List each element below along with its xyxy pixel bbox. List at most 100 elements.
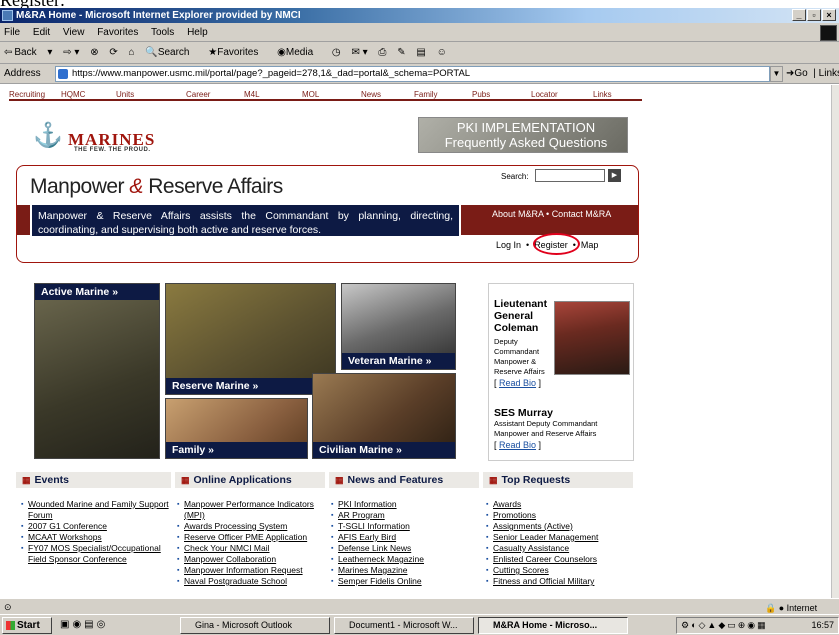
search-input[interactable] — [535, 169, 605, 182]
pki-faq-banner[interactable]: PKI IMPLEMENTATION Frequently Asked Ques… — [418, 117, 628, 153]
back-button[interactable]: ⇦ Back ▾ — [4, 47, 52, 58]
nav-link[interactable]: M4L — [244, 89, 260, 100]
about-link[interactable]: About M&RA — [492, 209, 544, 219]
news-list: PKI InformationAR ProgramT-SGLI Informat… — [331, 499, 481, 587]
address-input[interactable]: https://www.manpower.usmc.mil/portal/pag… — [55, 66, 770, 82]
list-item[interactable]: 2007 G1 Conference — [21, 521, 173, 532]
list-item[interactable]: PKI Information — [331, 499, 481, 510]
home-icon[interactable]: ⌂ — [129, 47, 135, 58]
list-item[interactable]: Assignments (Active) — [486, 521, 636, 532]
links-button[interactable]: Links — [819, 68, 839, 79]
favorites-button[interactable]: ★Favorites — [208, 47, 266, 58]
search-go-icon[interactable]: ▶ — [608, 169, 621, 182]
marines-logo-tagline: THE FEW. THE PROUD. — [74, 147, 151, 153]
online-apps-header: ▦ Online Applications — [175, 472, 325, 488]
grid-bullet-icon: ▦ — [181, 475, 190, 485]
nav-link[interactable]: Locator — [531, 89, 558, 100]
list-item[interactable]: Casualty Assistance — [486, 543, 636, 554]
list-item[interactable]: Awards Processing System — [177, 521, 327, 532]
menu-edit[interactable]: Edit — [33, 27, 50, 38]
list-item[interactable]: Enlisted Career Counselors — [486, 554, 636, 565]
tray-icons[interactable]: ⚙◐◇▲◆▭⊕◉▦ — [681, 618, 768, 633]
window-title-bar: M&RA Home - Microsoft Internet Explorer … — [0, 8, 839, 23]
list-item[interactable]: FY07 MOS Specialist/Occupational Field S… — [21, 543, 173, 565]
list-item[interactable]: Manpower Information Request — [177, 565, 327, 576]
map-link[interactable]: Map — [581, 240, 599, 250]
quick-launch-icons[interactable]: ▣◉▤◎ — [60, 619, 108, 630]
menu-favorites[interactable]: Favorites — [97, 27, 138, 38]
vertical-scrollbar[interactable] — [831, 85, 839, 598]
edit-icon[interactable]: ✎ — [397, 47, 405, 58]
go-button[interactable]: ➜Go | Links — [786, 64, 839, 84]
nav-link[interactable]: Pubs — [472, 89, 490, 100]
list-item[interactable]: Fitness and Official Military — [486, 576, 636, 587]
nav-link[interactable]: Recruiting — [9, 89, 45, 100]
list-item[interactable]: MCAAT Workshops — [21, 532, 173, 543]
read-bio-link[interactable]: [ Read Bio ] — [494, 440, 541, 450]
list-item[interactable]: Marines Magazine — [331, 565, 481, 576]
list-item[interactable]: Defense Link News — [331, 543, 481, 554]
task-ie[interactable]: M&RA Home - Microso... — [478, 617, 628, 634]
mail-icon[interactable]: ✉ ▾ — [351, 47, 367, 58]
print-icon[interactable]: ⎙ — [378, 47, 386, 58]
nav-link[interactable]: News — [361, 89, 381, 100]
messenger-icon[interactable]: ☺ — [437, 47, 447, 58]
register-highlight-circle — [533, 233, 580, 255]
list-item[interactable]: Manpower Collaboration — [177, 554, 327, 565]
login-link[interactable]: Log In — [496, 240, 521, 250]
windows-flag-icon — [6, 621, 15, 630]
discuss-icon[interactable]: ▤ — [416, 47, 425, 58]
minimize-button[interactable]: _ — [792, 9, 806, 21]
nav-link[interactable]: Family — [414, 89, 438, 100]
stop-icon[interactable]: ⊗ — [90, 47, 98, 58]
menu-view[interactable]: View — [63, 27, 85, 38]
search-button[interactable]: 🔍Search — [145, 47, 197, 58]
marine-emblem-icon[interactable]: ⚓ — [29, 120, 67, 152]
contact-link[interactable]: Contact M&RA — [552, 209, 612, 219]
clock[interactable]: 16:57 — [811, 618, 834, 633]
start-button[interactable]: Start — [2, 617, 52, 634]
civilian-marine-photo[interactable]: Civilian Marine » — [312, 373, 456, 459]
nav-link[interactable]: Links — [593, 89, 612, 100]
nav-link[interactable]: MOL — [302, 89, 319, 100]
ie-window-icon[interactable] — [2, 10, 13, 21]
forward-button[interactable]: ⇨ ▾ — [63, 47, 79, 58]
read-bio-link[interactable]: [ Read Bio ] — [494, 378, 541, 388]
list-item[interactable]: Promotions — [486, 510, 636, 521]
list-item[interactable]: AFIS Early Bird — [331, 532, 481, 543]
list-item[interactable]: Manpower Performance Indicators (MPI) — [177, 499, 327, 521]
list-item[interactable]: Naval Postgraduate School — [177, 576, 327, 587]
nav-link[interactable]: HQMC — [61, 89, 85, 100]
list-item[interactable]: Wounded Marine and Family Support Forum — [21, 499, 173, 521]
nav-link[interactable]: Units — [116, 89, 134, 100]
menu-help[interactable]: Help — [187, 27, 208, 38]
list-item[interactable]: Cutting Scores — [486, 565, 636, 576]
list-item[interactable]: Check Your NMCI Mail — [177, 543, 327, 554]
menu-file[interactable]: File — [4, 27, 20, 38]
family-photo[interactable]: Family » — [165, 398, 308, 459]
veteran-marine-photo[interactable]: Veteran Marine » — [341, 283, 456, 370]
list-item[interactable]: Semper Fidelis Online — [331, 576, 481, 587]
list-item[interactable]: Reserve Officer PME Application — [177, 532, 327, 543]
leader-portrait — [554, 301, 630, 375]
active-marine-photo[interactable]: Active Marine » — [34, 283, 160, 459]
history-icon[interactable]: ◷ — [332, 47, 341, 58]
menu-tools[interactable]: Tools — [151, 27, 174, 38]
events-list: Wounded Marine and Family Support Forum2… — [21, 499, 173, 565]
list-item[interactable]: AR Program — [331, 510, 481, 521]
nav-link[interactable]: Career — [186, 89, 210, 100]
list-item[interactable]: Senior Leader Management — [486, 532, 636, 543]
task-outlook[interactable]: Gina - Microsoft Outlook — [180, 617, 330, 634]
reserve-marine-photo[interactable]: Reserve Marine » — [165, 283, 336, 395]
task-word[interactable]: Document1 - Microsoft W... — [334, 617, 474, 634]
media-button[interactable]: ◉Media — [277, 47, 321, 58]
list-item[interactable]: T-SGLI Information — [331, 521, 481, 532]
close-button[interactable]: × — [822, 9, 836, 21]
photo-caption: Civilian Marine » — [313, 442, 455, 458]
refresh-icon[interactable]: ⟳ — [109, 47, 117, 58]
leader-title: Deputy Commandant Manpower & Reserve Aff… — [494, 337, 545, 376]
list-item[interactable]: Awards — [486, 499, 636, 510]
maximize-button[interactable]: ▫ — [807, 9, 821, 21]
list-item[interactable]: Leatherneck Magazine — [331, 554, 481, 565]
address-dropdown-icon[interactable]: ▼ — [770, 66, 783, 82]
